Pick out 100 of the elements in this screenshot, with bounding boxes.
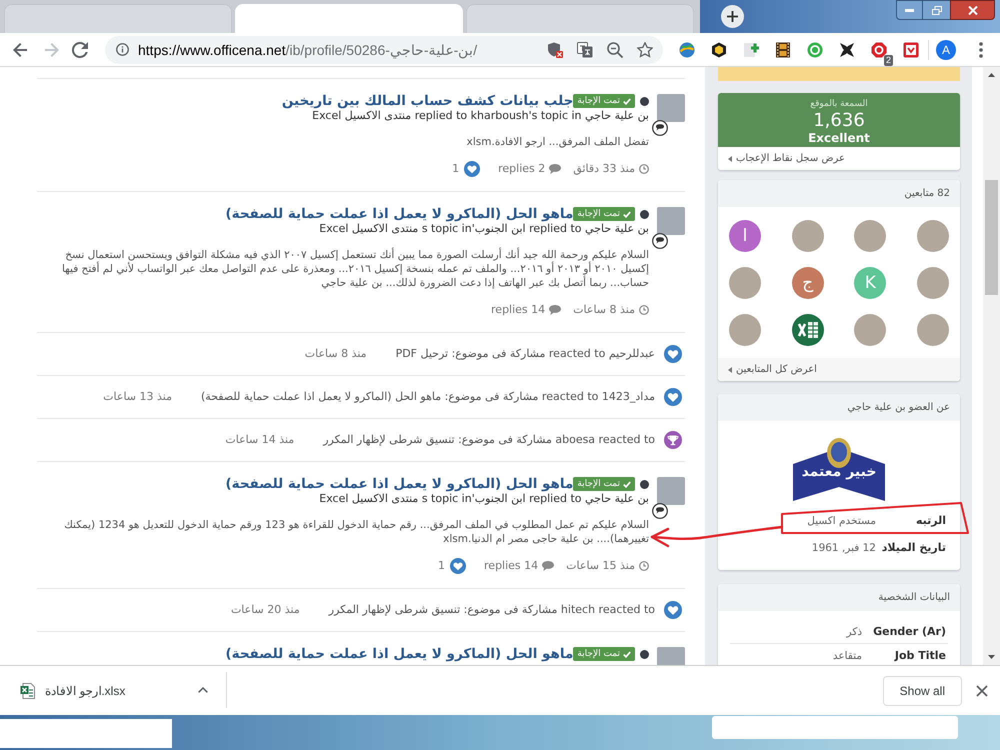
speech-bubble-icon (549, 305, 562, 315)
field-label: الرتبه (914, 514, 946, 528)
add-page-icon[interactable] (743, 42, 759, 58)
like-count: 1 (452, 160, 460, 177)
clock-icon (639, 305, 649, 315)
trophy-icon (664, 431, 682, 449)
cross-shape-icon[interactable] (839, 42, 855, 58)
minimize-icon (905, 8, 914, 12)
post-title[interactable]: ماهو الحل (الماكرو لا يعمل اذا عملت حماية للصفحة) (225, 476, 574, 492)
translate-icon[interactable] (577, 42, 593, 58)
reply-count[interactable]: 2 replies (498, 160, 546, 178)
reputation-history-link[interactable]: عرض سجل نقاط الإعجاب (736, 151, 846, 166)
activity-time: منذ 13 ساعات (103, 388, 172, 405)
post-excerpt: السلام عليكم تم عمل المطلوب في الملف المرفق... رقم حماية الدخول للقراءة هو 123 ورقم حماية الدخول للتعديل هو 1234 (يمكنك تغييرهما).... بن علية حاجى مصر ام الدنيا.xlsm (63, 518, 649, 546)
film-strip-icon[interactable] (775, 42, 791, 58)
new-tab-button[interactable] (721, 5, 744, 28)
post-byline: بن علية حاجي replied to ابن الجنوب's topic in منتدى الاكسيل Excel (319, 222, 649, 236)
scrollbar-thumb[interactable] (985, 180, 998, 295)
profile-avatar[interactable]: A (936, 40, 956, 60)
plus-icon (727, 11, 738, 22)
show-all-button[interactable]: Show all (882, 676, 962, 706)
letter-avatar[interactable]: ا (729, 220, 762, 252)
badge-label: تمت الإجابة (577, 208, 620, 220)
clock-icon (639, 561, 649, 571)
spreadsheet-logo-icon[interactable] (792, 314, 824, 346)
globe-icon[interactable] (679, 42, 695, 58)
check-icon (623, 650, 631, 658)
spreadsheet-file-icon[interactable] (20, 682, 35, 698)
post-excerpt: تفضل الملف المرفق... ارجو الافادة.xlsm (466, 135, 649, 149)
up-arrow-icon[interactable] (988, 73, 995, 77)
badge-label: تمت الإجابة (577, 478, 620, 490)
field-value: ذكر (846, 624, 862, 638)
ring-icon[interactable] (807, 42, 823, 58)
field-value: 12 فبر, 1961 (812, 541, 876, 555)
card-title: البيانات الشخصية (878, 591, 950, 605)
back-icon[interactable] (12, 42, 28, 58)
chat-bubble-icon (652, 120, 668, 136)
activity-time: منذ 20 ساعات (230, 602, 300, 618)
post-title[interactable]: ماهو الحل (الماكرو لا يعمل اذا عملت حماية للصفحة) (225, 206, 574, 222)
close-icon[interactable] (976, 684, 988, 696)
restore-button[interactable] (923, 0, 950, 20)
post-time: منذ 33 دقائق (573, 160, 635, 177)
post-excerpt: السلام عليكم ورحمة الله جيد أنك أرسلت الصورة مما يبين أنك تستعمل إكسيل ٢٠٠٧ الذي فيه مشكلة التوافق ويستحسن استعمال نسخ إكسيل ٢٠١٠ أو ٢٠١٣ أو ٢٠١٦... والملف تم عمله بنسخة إكسيل ٢٠١٦... ومعذرة على عدم التواصل معك عبر الواتساب لأني لم أفتح فيها حساب... ربما أتصل بك عبر الهاتف إذا دعت الضرورة لذلك... بن علية حاجي (60, 248, 649, 290)
post-byline: بن علية حاجي replied to ابن الجنوب's topic in منتدى الاكسيل Excel (319, 492, 649, 506)
post-time: منذ 15 ساعات (566, 558, 635, 574)
close-icon (968, 6, 978, 14)
status-dot-icon (640, 96, 649, 106)
cube-icon[interactable] (711, 42, 727, 58)
all-followers-link[interactable]: اعرض كل المتابعين (736, 362, 817, 377)
close-window-button[interactable] (950, 0, 995, 20)
reload-icon[interactable] (72, 42, 88, 58)
speech-bubble-icon (549, 164, 562, 174)
badge-label: تمت الإجابة (577, 648, 620, 660)
activity-text: عبدللرحيم reacted to مشاركة فى موضوع: ترحيل PDF (396, 346, 655, 362)
reputation-points: 1,636 (813, 110, 865, 131)
speech-bubble-icon (542, 561, 554, 571)
activity-text: hitech reacted to مشاركة فى موضوع: تنسيق شرطى لإظهار المكرر (328, 602, 655, 618)
activity-text: مداد_1423 reacted to مشاركة فى موضوع: ماهو الحل (الماكرو لا يعمل اذا عملت حماية للصفحة) (201, 388, 655, 405)
activity-text: aboesa reacted to مشاركة فى موضوع: تنسيق شرطى لإظهار المكرر (323, 432, 655, 448)
activity-time: منذ 14 ساعات (225, 432, 294, 448)
field-label: Job Title (893, 648, 946, 662)
count-badge: 2 (884, 54, 893, 66)
down-arrow-icon[interactable] (988, 655, 995, 659)
caret-up-icon[interactable] (198, 687, 208, 693)
chat-bubble-icon (652, 503, 668, 519)
field-value: متقاعد (832, 648, 862, 662)
download-filename[interactable]: ارجو الافادة.xlsx (45, 682, 126, 700)
status-dot-icon (640, 480, 649, 488)
field-value: مستخدم اكسيل (807, 514, 876, 528)
info-icon[interactable] (116, 43, 129, 56)
like-button-icon[interactable] (450, 558, 466, 574)
reply-count[interactable]: 14 replies (484, 558, 538, 574)
caret-left-icon (728, 366, 732, 372)
reputation-label: السمعة بالموقع (810, 98, 868, 110)
field-label: تاريخ الميلاد (880, 541, 946, 555)
like-button-icon[interactable] (464, 161, 480, 177)
square-frame-icon[interactable] (903, 42, 919, 58)
zoom-out-icon[interactable] (607, 42, 623, 58)
card-title: 82 متابعين (904, 187, 950, 201)
restore-icon (932, 6, 942, 14)
post-title[interactable]: ماهو الحل (الماكرو لا يعمل اذا عملت حماية للصفحة) (225, 646, 574, 662)
status-dot-icon (640, 650, 649, 658)
minimize-button[interactable] (896, 0, 923, 20)
status-dot-icon (640, 210, 649, 218)
shield-icon[interactable] (547, 42, 563, 58)
reputation-rating: Excellent (808, 131, 870, 145)
post-title[interactable]: جلب بيانات كشف حساب المالك بين تاريخين (282, 93, 574, 109)
badge-title: خبير معتمد (800, 463, 878, 481)
menu-icon[interactable] (979, 42, 983, 58)
caret-left-icon (728, 156, 732, 162)
check-icon (623, 98, 631, 104)
activity-time: منذ 8 ساعات (304, 346, 367, 362)
like-count: 1 (438, 558, 446, 574)
reply-count[interactable]: 14 replies (491, 302, 546, 318)
chat-bubble-icon (652, 233, 668, 249)
card-title: عن العضو بن علية حاجي (847, 401, 950, 415)
clock-icon (639, 164, 649, 174)
stop-sign-icon[interactable] (871, 42, 887, 58)
badge-label: تمت الإجابة (577, 95, 620, 107)
star-icon[interactable] (637, 42, 653, 58)
